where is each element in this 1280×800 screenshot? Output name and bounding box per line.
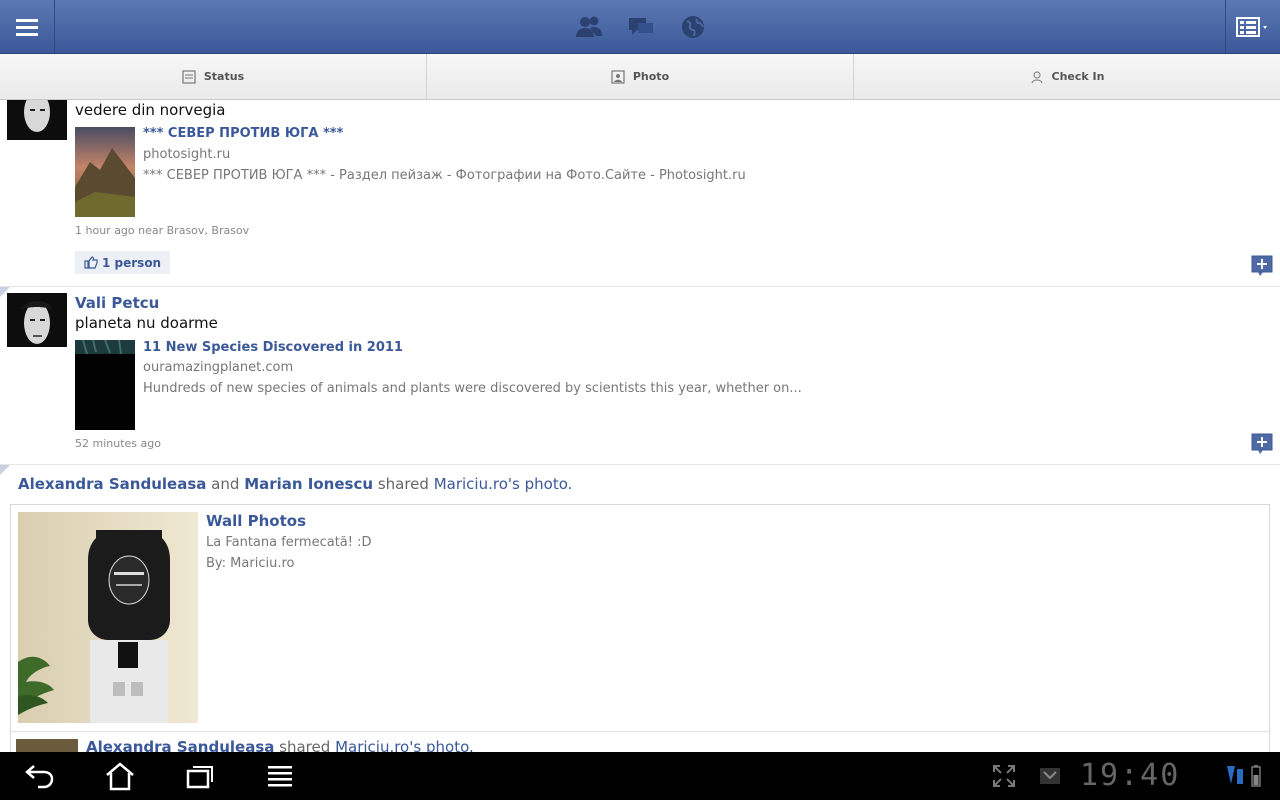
- back-button[interactable]: [20, 760, 60, 792]
- actor-name[interactable]: Marian Ionescu: [244, 475, 373, 493]
- globe-icon: [682, 16, 704, 38]
- story-text: vedere din norvegia: [75, 101, 226, 119]
- comment-button[interactable]: [1251, 255, 1273, 277]
- back-icon: [25, 765, 54, 789]
- story-divider: [0, 286, 1280, 287]
- link-title[interactable]: 11 New Species Discovered in 2011: [143, 340, 403, 355]
- composer-bar: Status Photo Check In: [0, 54, 1280, 100]
- likes-button[interactable]: 1 person: [75, 251, 171, 274]
- story-corner: [0, 465, 10, 475]
- story-text: planeta nu doarme: [75, 314, 218, 332]
- expand-icon: [993, 765, 1015, 787]
- photo-label: Photo: [632, 70, 670, 83]
- news-feed[interactable]: vedere din norvegia *** СЕВЕР ПРОТИВ ЮГА…: [0, 100, 1280, 752]
- screen-zoom-button[interactable]: [984, 760, 1024, 792]
- photo-link[interactable]: photo.: [426, 738, 474, 752]
- link-description: *** СЕВЕР ПРОТИВ ЮГА *** - Раздел пейзаж…: [143, 168, 746, 183]
- album-title[interactable]: Wall Photos: [206, 512, 306, 530]
- friends-list-button[interactable]: [1225, 0, 1280, 53]
- download-notification-icon: [1040, 768, 1060, 784]
- menu-lines-icon: [268, 766, 292, 787]
- signal-battery-icon: [1227, 765, 1261, 787]
- comment-plus-icon: [1251, 255, 1273, 276]
- status-icon: [182, 69, 196, 84]
- connector-text: shared: [279, 738, 331, 752]
- comment-plus-icon: [1251, 433, 1273, 454]
- avatar[interactable]: [7, 100, 67, 140]
- status-clock[interactable]: 19:40: [1080, 758, 1180, 793]
- menu-key-button[interactable]: [260, 760, 300, 792]
- notifications-button[interactable]: [678, 12, 708, 42]
- story-timestamp[interactable]: 1 hour ago near Brasov, Brasov: [75, 224, 249, 237]
- photo-button[interactable]: Photo: [427, 54, 854, 99]
- notification-jewels: [574, 12, 708, 42]
- home-button[interactable]: [100, 760, 140, 792]
- share-headline: Alexandra Sanduleasa and Marian Ionescu …: [18, 475, 572, 493]
- menu-button[interactable]: [0, 0, 55, 53]
- photo-owner: By: Mariciu.ro: [206, 556, 295, 571]
- checkin-button[interactable]: Check In: [854, 54, 1280, 99]
- messages-button[interactable]: [626, 12, 656, 42]
- likes-count: 1 person: [102, 255, 162, 270]
- home-icon: [106, 762, 134, 791]
- page-link[interactable]: Mariciu.ro's: [335, 738, 421, 752]
- link-thumbnail[interactable]: [75, 340, 135, 430]
- connector-text: and: [211, 475, 240, 493]
- checkin-label: Check In: [1051, 70, 1105, 83]
- actor-name[interactable]: Alexandra Sanduleasa: [86, 738, 274, 752]
- link-title[interactable]: *** СЕВЕР ПРОТИВ ЮГА ***: [143, 126, 343, 141]
- recent-apps-button[interactable]: [180, 760, 220, 792]
- battery-status[interactable]: [1220, 760, 1270, 792]
- checkin-icon: [1030, 70, 1043, 83]
- card-divider: [11, 731, 1269, 732]
- connector-text: shared: [377, 475, 429, 493]
- photo-caption: La Fantana fermecată! :D: [206, 535, 372, 550]
- messages-icon: [629, 18, 653, 35]
- link-thumbnail[interactable]: [75, 127, 135, 217]
- nested-share-headline: Alexandra Sanduleasa shared Mariciu.ro's…: [86, 738, 474, 752]
- photo-icon: [611, 69, 625, 84]
- link-description: Hundreds of new species of animals and p…: [143, 381, 802, 396]
- page-link[interactable]: Mariciu.ro's: [434, 475, 520, 493]
- link-domain: photosight.ru: [143, 147, 231, 162]
- status-button[interactable]: Status: [0, 54, 427, 99]
- shared-photo[interactable]: [18, 512, 198, 723]
- status-label: Status: [203, 70, 245, 83]
- shared-photo-card: Wall Photos La Fantana fermecată! :D By:…: [10, 504, 1270, 752]
- recent-apps-icon: [186, 766, 213, 789]
- link-domain: ouramazingplanet.com: [143, 360, 294, 375]
- hamburger-icon: [16, 18, 38, 36]
- actor-name[interactable]: Alexandra Sanduleasa: [18, 475, 206, 493]
- story-author[interactable]: Vali Petcu: [75, 294, 159, 312]
- photo-link[interactable]: photo.: [525, 475, 573, 493]
- story-timestamp[interactable]: 52 minutes ago: [75, 437, 161, 450]
- thumbs-up-icon: [84, 256, 98, 269]
- friends-icon: [576, 16, 602, 37]
- list-icon: [1236, 16, 1267, 37]
- top-bar: [0, 0, 1280, 54]
- comment-button[interactable]: [1251, 433, 1273, 455]
- avatar[interactable]: [16, 739, 78, 752]
- story-divider: [0, 464, 1280, 465]
- notification-button[interactable]: [1030, 760, 1070, 792]
- friend-requests-button[interactable]: [574, 12, 604, 42]
- avatar[interactable]: [7, 293, 67, 347]
